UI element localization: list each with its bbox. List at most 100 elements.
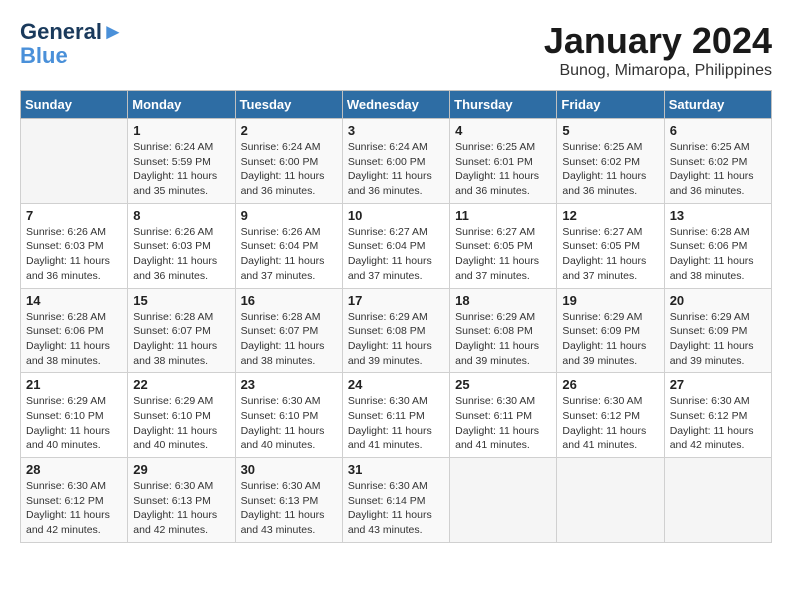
calendar-cell: 25Sunrise: 6:30 AMSunset: 6:11 PMDayligh…: [450, 373, 557, 458]
day-number: 9: [241, 208, 337, 223]
calendar-cell: 15 Sunrise: 6:28 AMSunset: 6:07 PMDayligh…: [128, 288, 235, 373]
day-number: 14: [26, 293, 122, 308]
calendar-cell: 22 Sunrise: 6:29 AMSunset: 6:10 PMDayligh…: [128, 373, 235, 458]
calendar-cell: 7Sunrise: 6:26 AMSunset: 6:03 PMDaylight…: [21, 203, 128, 288]
day-number: 3: [348, 123, 444, 138]
header-friday: Friday: [557, 91, 664, 119]
day-info: Sunrise: 6:26 AMSunset: 6:04 PMDaylight:…: [241, 225, 337, 284]
day-info: Sunrise: 6:24 AMSunset: 6:00 PMDaylight:…: [348, 140, 444, 199]
day-number: 31: [348, 462, 444, 477]
day-number: 12: [562, 208, 658, 223]
day-number: 5: [562, 123, 658, 138]
calendar-header-row: SundayMondayTuesdayWednesdayThursdayFrid…: [21, 91, 772, 119]
day-info: Sunrise: 6:28 AMSunset: 6:06 PMDaylight:…: [670, 225, 766, 284]
calendar-cell: [664, 458, 771, 543]
calendar-cell: [450, 458, 557, 543]
calendar-cell: 6Sunrise: 6:25 AMSunset: 6:02 PMDaylight…: [664, 119, 771, 204]
calendar-cell: 16 Sunrise: 6:28 AMSunset: 6:07 PMDayligh…: [235, 288, 342, 373]
calendar-table: SundayMondayTuesdayWednesdayThursdayFrid…: [20, 90, 772, 543]
day-info: Sunrise: 6:24 AMSunset: 6:00 PMDaylight:…: [241, 140, 337, 199]
day-number: 23: [241, 377, 337, 392]
day-info: Sunrise: 6:28 AMSunset: 6:07 PMDaylight:…: [133, 310, 229, 369]
day-info: Sunrise: 6:28 AMSunset: 6:07 PMDaylight:…: [241, 310, 337, 369]
day-number: 25: [455, 377, 551, 392]
calendar-cell: 18 Sunrise: 6:29 AMSunset: 6:08 PMDayligh…: [450, 288, 557, 373]
day-number: 30: [241, 462, 337, 477]
day-info: Sunrise: 6:30 AMSunset: 6:14 PMDaylight:…: [348, 479, 444, 538]
calendar-cell: 1 Sunrise: 6:24 AMSunset: 5:59 PMDaylight…: [128, 119, 235, 204]
day-number: 17: [348, 293, 444, 308]
day-info: Sunrise: 6:30 AMSunset: 6:12 PMDaylight:…: [26, 479, 122, 538]
title-area: January 2024 Bunog, Mimaropa, Philippine…: [544, 20, 772, 80]
calendar-cell: 23 Sunrise: 6:30 AMSunset: 6:10 PMDayligh…: [235, 373, 342, 458]
day-info: Sunrise: 6:26 AMSunset: 6:03 PMDaylight:…: [133, 225, 229, 284]
calendar-cell: 28 Sunrise: 6:30 AMSunset: 6:12 PMDayligh…: [21, 458, 128, 543]
header: General► Blue January 2024 Bunog, Mimaro…: [20, 20, 772, 80]
calendar-cell: 2 Sunrise: 6:24 AMSunset: 6:00 PMDaylight…: [235, 119, 342, 204]
day-info: Sunrise: 6:30 AMSunset: 6:10 PMDaylight:…: [241, 394, 337, 453]
day-info: Sunrise: 6:30 AMSunset: 6:13 PMDaylight:…: [133, 479, 229, 538]
day-number: 8: [133, 208, 229, 223]
calendar-cell: 24 Sunrise: 6:30 AMSunset: 6:11 PMDayligh…: [342, 373, 449, 458]
calendar-cell: [21, 119, 128, 204]
day-info: Sunrise: 6:29 AMSunset: 6:10 PMDaylight:…: [26, 394, 122, 453]
calendar-cell: [557, 458, 664, 543]
day-number: 28: [26, 462, 122, 477]
day-number: 24: [348, 377, 444, 392]
day-info: Sunrise: 6:28 AMSunset: 6:06 PMDaylight:…: [26, 310, 122, 369]
calendar-cell: 13 Sunrise: 6:28 AMSunset: 6:06 PMDayligh…: [664, 203, 771, 288]
calendar-cell: 20 Sunrise: 6:29 AMSunset: 6:09 PMDayligh…: [664, 288, 771, 373]
day-number: 27: [670, 377, 766, 392]
calendar-week-3: 14 Sunrise: 6:28 AMSunset: 6:06 PMDayligh…: [21, 288, 772, 373]
calendar-cell: 10 Sunrise: 6:27 AMSunset: 6:04 PMDayligh…: [342, 203, 449, 288]
day-info: Sunrise: 6:27 AMSunset: 6:05 PMDaylight:…: [455, 225, 551, 284]
calendar-title: January 2024: [544, 20, 772, 62]
day-info: Sunrise: 6:24 AMSunset: 5:59 PMDaylight:…: [133, 140, 229, 199]
calendar-cell: 19Sunrise: 6:29 AMSunset: 6:09 PMDayligh…: [557, 288, 664, 373]
day-info: Sunrise: 6:26 AMSunset: 6:03 PMDaylight:…: [26, 225, 122, 284]
logo-text: General►: [20, 20, 124, 44]
header-wednesday: Wednesday: [342, 91, 449, 119]
day-number: 19: [562, 293, 658, 308]
header-thursday: Thursday: [450, 91, 557, 119]
calendar-cell: 29 Sunrise: 6:30 AMSunset: 6:13 PMDayligh…: [128, 458, 235, 543]
day-info: Sunrise: 6:30 AMSunset: 6:11 PMDaylight:…: [348, 394, 444, 453]
day-info: Sunrise: 6:29 AMSunset: 6:08 PMDaylight:…: [455, 310, 551, 369]
calendar-cell: 14 Sunrise: 6:28 AMSunset: 6:06 PMDayligh…: [21, 288, 128, 373]
calendar-cell: 9 Sunrise: 6:26 AMSunset: 6:04 PMDaylight…: [235, 203, 342, 288]
calendar-cell: 17Sunrise: 6:29 AMSunset: 6:08 PMDayligh…: [342, 288, 449, 373]
logo: General► Blue: [20, 20, 124, 68]
calendar-subtitle: Bunog, Mimaropa, Philippines: [544, 62, 772, 80]
calendar-cell: 12 Sunrise: 6:27 AMSunset: 6:05 PMDayligh…: [557, 203, 664, 288]
day-info: Sunrise: 6:27 AMSunset: 6:05 PMDaylight:…: [562, 225, 658, 284]
day-number: 22: [133, 377, 229, 392]
day-info: Sunrise: 6:29 AMSunset: 6:09 PMDaylight:…: [670, 310, 766, 369]
day-number: 10: [348, 208, 444, 223]
day-info: Sunrise: 6:30 AMSunset: 6:13 PMDaylight:…: [241, 479, 337, 538]
logo-blue: Blue: [20, 44, 68, 68]
header-saturday: Saturday: [664, 91, 771, 119]
calendar-cell: 5Sunrise: 6:25 AMSunset: 6:02 PMDaylight…: [557, 119, 664, 204]
day-info: Sunrise: 6:25 AMSunset: 6:01 PMDaylight:…: [455, 140, 551, 199]
day-number: 26: [562, 377, 658, 392]
calendar-cell: 8 Sunrise: 6:26 AMSunset: 6:03 PMDaylight…: [128, 203, 235, 288]
calendar-cell: 27 Sunrise: 6:30 AMSunset: 6:12 PMDayligh…: [664, 373, 771, 458]
day-number: 1: [133, 123, 229, 138]
day-number: 29: [133, 462, 229, 477]
day-number: 15: [133, 293, 229, 308]
day-info: Sunrise: 6:27 AMSunset: 6:04 PMDaylight:…: [348, 225, 444, 284]
calendar-cell: 11Sunrise: 6:27 AMSunset: 6:05 PMDayligh…: [450, 203, 557, 288]
day-number: 20: [670, 293, 766, 308]
day-info: Sunrise: 6:29 AMSunset: 6:10 PMDaylight:…: [133, 394, 229, 453]
day-number: 13: [670, 208, 766, 223]
day-number: 16: [241, 293, 337, 308]
day-number: 21: [26, 377, 122, 392]
day-number: 18: [455, 293, 551, 308]
header-monday: Monday: [128, 91, 235, 119]
header-sunday: Sunday: [21, 91, 128, 119]
day-info: Sunrise: 6:30 AMSunset: 6:12 PMDaylight:…: [670, 394, 766, 453]
day-info: Sunrise: 6:30 AMSunset: 6:12 PMDaylight:…: [562, 394, 658, 453]
day-number: 2: [241, 123, 337, 138]
calendar-cell: 31 Sunrise: 6:30 AMSunset: 6:14 PMDayligh…: [342, 458, 449, 543]
calendar-week-2: 7Sunrise: 6:26 AMSunset: 6:03 PMDaylight…: [21, 203, 772, 288]
